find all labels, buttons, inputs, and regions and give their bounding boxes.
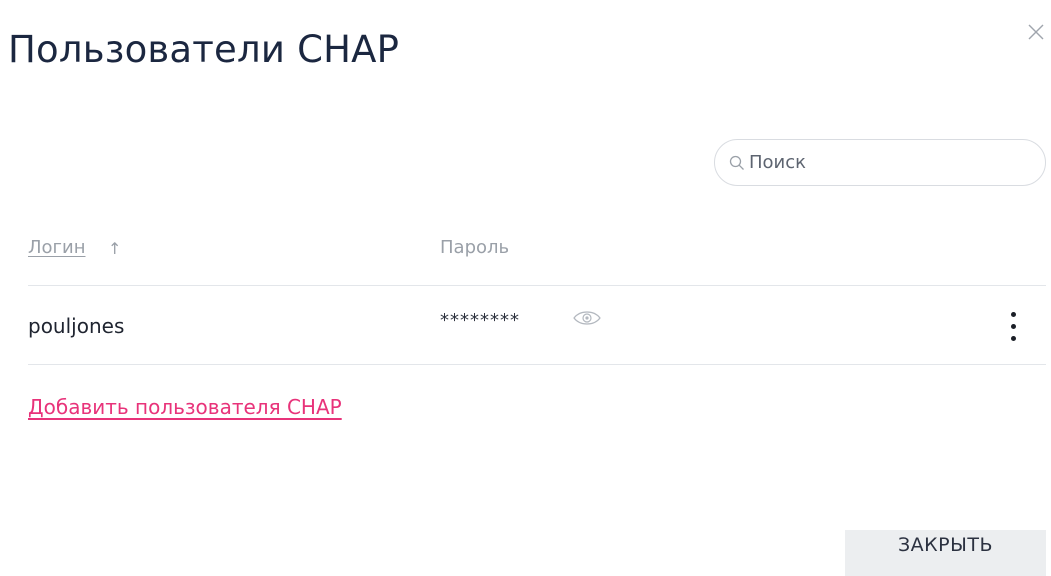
column-header-login[interactable]: Логин <box>28 237 85 258</box>
search-icon <box>729 155 745 171</box>
row-password: ******** <box>440 310 520 331</box>
add-chap-user-link[interactable]: Добавить пользователя CHAP <box>28 395 342 419</box>
close-icon[interactable] <box>1026 22 1046 42</box>
column-header-password: Пароль <box>440 237 510 258</box>
close-button-label: ЗАКРЫТЬ <box>897 534 994 556</box>
search-input[interactable] <box>749 152 989 173</box>
table-row: pouljones ******** <box>0 286 1051 364</box>
row-login: pouljones <box>28 314 125 338</box>
table-divider <box>28 364 1046 365</box>
kebab-menu-icon[interactable] <box>1005 312 1023 344</box>
sort-ascending-icon: ↑ <box>108 239 122 258</box>
search-box <box>714 139 1046 186</box>
dialog-title: Пользователи CHAP <box>8 28 400 71</box>
close-button[interactable]: ЗАКРЫТЬ <box>845 530 1046 576</box>
chap-users-dialog: Пользователи CHAP Логин ↑ Пароль pouljon… <box>0 0 1051 576</box>
eye-icon[interactable] <box>572 309 602 327</box>
